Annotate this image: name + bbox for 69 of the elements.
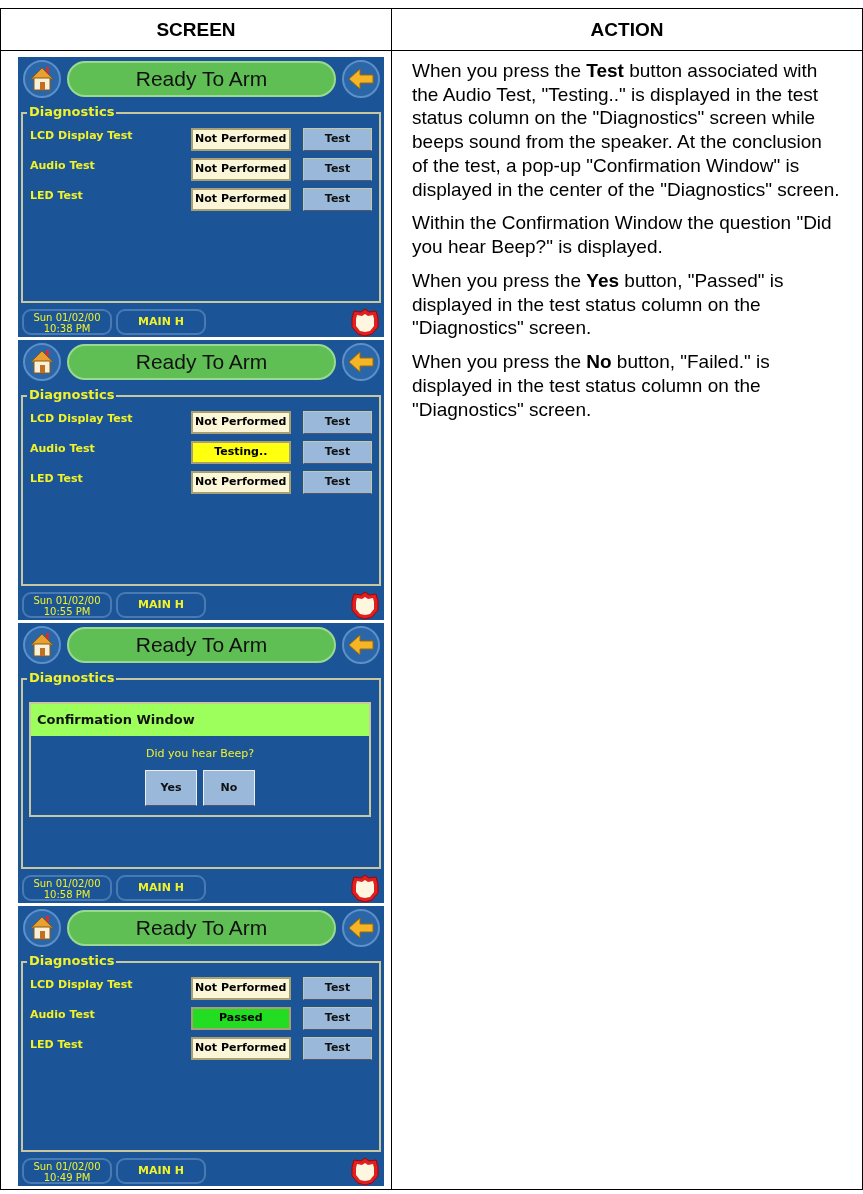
date-time-button[interactable]: Sun 01/02/00 10:55 PM — [22, 591, 112, 618]
house-icon — [28, 64, 56, 93]
back-button[interactable] — [342, 625, 380, 664]
test-name: LED Test — [30, 1036, 84, 1053]
test-status: Not Performed — [190, 127, 292, 151]
date-time-button[interactable]: Sun 01/02/00 10:49 PM — [22, 1157, 112, 1184]
test-name: LED Test — [30, 187, 84, 204]
test-name: LCD Display Test — [30, 976, 134, 993]
back-button[interactable] — [342, 59, 380, 98]
partition-button[interactable]: MAIN H — [116, 591, 206, 618]
instruction-paragraph: When you press the Test button associated with the Audio Test, "Testing.." is displayed in the test status column on the "Diagnostics" screen while beeps sound from the speaker. At the conclusion of the test, a pop-up "Confirmation Window" is displayed in the center of the "Diagnostics" screen. — [412, 58, 841, 202]
test-button[interactable]: Test — [303, 976, 372, 1000]
test-status: Not Performed — [190, 470, 292, 494]
test-button[interactable]: Test — [303, 187, 372, 211]
column-header: ACTION — [392, 9, 862, 51]
status-banner: Ready To Arm — [67, 626, 336, 663]
house-icon — [28, 913, 56, 942]
status-banner: Ready To Arm — [67, 909, 336, 946]
dialog-question: Did you hear Beep? — [144, 745, 256, 762]
test-name: LCD Display Test — [30, 127, 134, 144]
test-button[interactable]: Test — [303, 440, 372, 464]
test-button[interactable]: Test — [303, 410, 372, 434]
date-time-button[interactable]: Sun 01/02/00 10:38 PM — [22, 308, 112, 335]
test-status: Not Performed — [190, 157, 292, 181]
test-button[interactable]: Test — [303, 1006, 372, 1030]
status-banner: Ready To Arm — [67, 60, 336, 97]
dialog-title: Confirmation Window — [31, 703, 369, 736]
partition-button[interactable]: MAIN H — [116, 308, 206, 335]
home-button[interactable] — [23, 342, 61, 381]
test-button[interactable]: Test — [303, 127, 372, 151]
shield-icon[interactable] — [350, 306, 380, 337]
test-button[interactable]: Test — [303, 470, 372, 494]
back-button[interactable] — [342, 342, 380, 381]
date-time-button[interactable]: Sun 01/02/00 10:58 PM — [22, 874, 112, 901]
test-status: Not Performed — [190, 187, 292, 211]
partition-button[interactable]: MAIN H — [116, 1157, 206, 1184]
arrow-left-icon — [348, 633, 374, 656]
test-status: Not Performed — [190, 410, 292, 434]
test-name: Audio Test — [30, 440, 96, 457]
test-name: Audio Test — [30, 1006, 96, 1023]
test-button[interactable]: Test — [303, 157, 372, 181]
home-button[interactable] — [23, 908, 61, 947]
shield-icon[interactable] — [350, 872, 380, 903]
dialog-button[interactable]: Yes — [145, 770, 197, 807]
house-icon — [28, 630, 56, 659]
house-icon — [28, 347, 56, 376]
partition-button[interactable]: MAIN H — [116, 874, 206, 901]
test-name: Audio Test — [30, 157, 96, 174]
shield-icon[interactable] — [350, 1155, 380, 1186]
test-status: Testing.. — [190, 440, 292, 464]
arrow-left-icon — [348, 350, 374, 373]
arrow-left-icon — [348, 916, 374, 939]
test-button[interactable]: Test — [303, 1036, 372, 1060]
status-banner: Ready To Arm — [67, 343, 336, 380]
arrow-left-icon — [348, 67, 374, 90]
test-name: LED Test — [30, 470, 84, 487]
instruction-paragraph: Within the Confirmation Window the question "Did you hear Beep?" is displayed. — [412, 211, 833, 259]
test-name: LCD Display Test — [30, 410, 134, 427]
home-button[interactable] — [23, 625, 61, 664]
shield-icon[interactable] — [350, 589, 380, 620]
dialog-button[interactable]: No — [203, 770, 255, 807]
instruction-paragraph: When you press the No button, "Failed." is displayed in the test status column on the "Diagnostics" screen. — [412, 350, 771, 422]
instruction-paragraph: When you press the Yes button, "Passed" is displayed in the test status column on the "Diagnostics" screen. — [412, 268, 785, 341]
test-status: Not Performed — [190, 1036, 292, 1060]
back-button[interactable] — [342, 908, 380, 947]
test-status: Passed — [190, 1006, 292, 1030]
column-header: SCREEN — [1, 9, 392, 51]
test-status: Not Performed — [190, 976, 292, 1000]
home-button[interactable] — [23, 59, 61, 98]
